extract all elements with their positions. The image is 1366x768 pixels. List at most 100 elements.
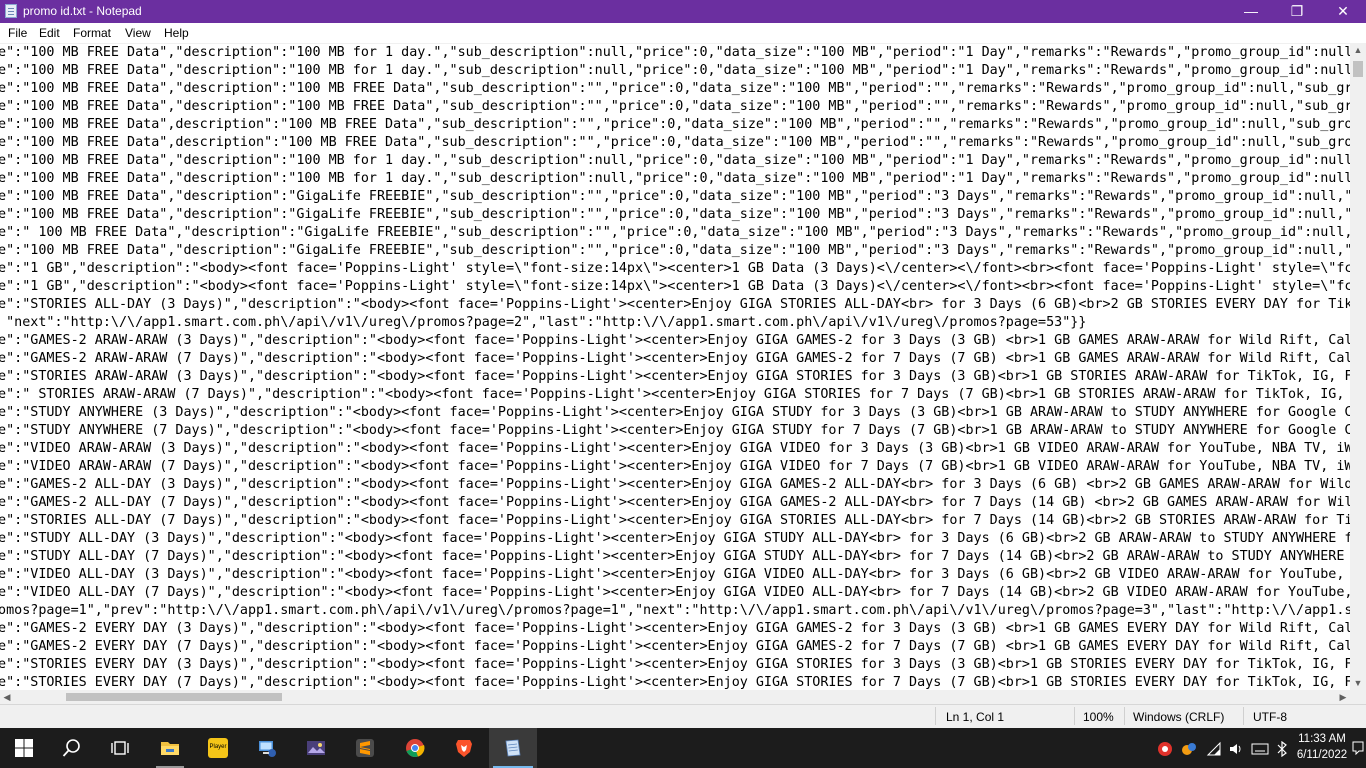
notifications-icon[interactable]: [1352, 741, 1364, 755]
task-view-button[interactable]: [96, 728, 144, 768]
volume-icon[interactable]: [1228, 741, 1244, 757]
minimize-button[interactable]: —: [1228, 0, 1274, 23]
line-ending: Windows (CRLF): [1133, 710, 1225, 724]
text-line[interactable]: me":"1 GB","description":"<body><font fa…: [0, 278, 1350, 296]
text-line[interactable]: me":"STORIES EVERY DAY (7 Days)","descri…: [0, 674, 1350, 691]
windows-logo-icon: [15, 739, 33, 757]
wifi-icon[interactable]: [1206, 741, 1222, 757]
start-button[interactable]: [0, 728, 48, 768]
text-line[interactable]: me":"GAMES-2 ARAW-ARAW (7 Days)","descri…: [0, 350, 1350, 368]
file-explorer-icon: [161, 742, 179, 755]
menu-bar: File Edit Format View Help: [0, 23, 1366, 43]
window-title: promo id.txt - Notepad: [23, 4, 142, 18]
text-line[interactable]: me":"100 MB FREE Data","description":"10…: [0, 44, 1350, 62]
text-line[interactable]: me":" 100 MB FREE Data","description":"G…: [0, 224, 1350, 242]
chrome-icon: [406, 739, 425, 758]
status-bar: Ln 1, Col 1 100% Windows (CRLF) UTF-8: [0, 704, 1366, 728]
taskbar-player[interactable]: Player: [194, 728, 242, 768]
text-line[interactable]: me":"STORIES ALL-DAY (3 Days)","descript…: [0, 296, 1350, 314]
text-line[interactable]: me":"100 MB FREE Data","description":"Gi…: [0, 188, 1350, 206]
text-line[interactable]: me":"1 GB","description":"<body><font fa…: [0, 260, 1350, 278]
player-icon: Player: [208, 738, 228, 758]
clock-date: 6/11/2022: [1296, 749, 1348, 761]
vertical-scrollbar[interactable]: ▲ ▼: [1350, 43, 1366, 690]
scroll-up-icon[interactable]: ▲: [1350, 43, 1366, 57]
text-line[interactable]: me":"VIDEO ARAW-ARAW (7 Days)","descript…: [0, 458, 1350, 476]
input-method-icon[interactable]: [1251, 741, 1269, 757]
menu-edit[interactable]: Edit: [39, 26, 60, 40]
clock[interactable]: 11:33 AM 6/11/2022: [1293, 731, 1351, 763]
text-line[interactable]: me":"100 MB FREE Data","description":"10…: [0, 80, 1350, 98]
zoom-level: 100%: [1083, 710, 1114, 724]
clock-time: 11:33 AM: [1298, 733, 1346, 745]
text-line[interactable]: me":"100 MB FREE Data","description":"Gi…: [0, 242, 1350, 260]
text-line[interactable]: me":"STUDY ALL-DAY (7 Days)","descriptio…: [0, 548, 1350, 566]
sublime-text-icon: [356, 739, 374, 757]
text-line[interactable]: me":"100 MB FREE Data",description":"100…: [0, 116, 1350, 134]
photo-app-icon: [307, 741, 325, 755]
text-line[interactable]: me":"100 MB FREE Data","description":"10…: [0, 98, 1350, 116]
app-tray-icon[interactable]: [1181, 741, 1197, 757]
maximize-button[interactable]: ❐: [1274, 0, 1320, 23]
taskbar-sublime-text[interactable]: [341, 728, 389, 768]
text-line[interactable]: romos?page=1","prev":"http:\/\/app1.smar…: [0, 602, 1350, 620]
status-divider: [1243, 707, 1244, 725]
horizontal-scroll-thumb[interactable]: [66, 693, 282, 701]
text-line[interactable]: me":"100 MB FREE Data",description":"100…: [0, 134, 1350, 152]
text-line[interactable]: me":"VIDEO ALL-DAY (3 Days)","descriptio…: [0, 566, 1350, 584]
text-line[interactable]: me":"100 MB FREE Data","description":"Gi…: [0, 206, 1350, 224]
text-line[interactable]: me":"VIDEO ALL-DAY (7 Days)","descriptio…: [0, 584, 1350, 602]
taskbar: Player 11:33 AM 6/11/2022: [0, 728, 1366, 768]
scroll-down-icon[interactable]: ▼: [1350, 676, 1366, 690]
text-line[interactable]: me":"STORIES ALL-DAY (7 Days)","descript…: [0, 512, 1350, 530]
taskbar-brave[interactable]: [440, 728, 488, 768]
scroll-corner: [1350, 690, 1366, 704]
task-view-icon: [111, 741, 129, 755]
player-label: Player: [209, 744, 227, 750]
menu-format[interactable]: Format: [73, 26, 111, 40]
text-line[interactable]: me":"VIDEO ARAW-ARAW (3 Days)","descript…: [0, 440, 1350, 458]
close-button[interactable]: ✕: [1320, 0, 1366, 23]
text-line[interactable]: me":"100 MB FREE Data","description":"10…: [0, 152, 1350, 170]
text-line[interactable]: me":"100 MB FREE Data","description":"10…: [0, 62, 1350, 80]
text-line[interactable]: me":"STUDY ALL-DAY (3 Days)","descriptio…: [0, 530, 1350, 548]
text-line[interactable]: me":"GAMES-2 ALL-DAY (7 Days)","descript…: [0, 494, 1350, 512]
text-line[interactable]: me":"STUDY ANYWHERE (3 Days)","descripti…: [0, 404, 1350, 422]
horizontal-scrollbar[interactable]: ◀ ▶: [0, 690, 1350, 704]
title-bar: promo id.txt - Notepad — ❐ ✕: [0, 0, 1366, 23]
taskbar-file-explorer[interactable]: [146, 728, 194, 768]
brave-icon: [456, 740, 472, 757]
encoding: UTF-8: [1253, 710, 1287, 724]
text-line[interactable]: me":"STORIES ARAW-ARAW (3 Days)","descri…: [0, 368, 1350, 386]
taskbar-network-tool[interactable]: [243, 728, 291, 768]
menu-file[interactable]: File: [8, 26, 27, 40]
scroll-right-icon[interactable]: ▶: [1336, 690, 1350, 704]
search-icon: [62, 739, 80, 757]
vpn-tray-icon[interactable]: [1157, 741, 1173, 757]
text-line[interactable]: "next":"http:\/\/app1.smart.com.ph\/api\…: [0, 314, 1350, 332]
taskbar-chrome[interactable]: [391, 728, 439, 768]
network-tool-icon: [259, 741, 276, 757]
bluetooth-icon[interactable]: [1276, 741, 1288, 757]
menu-help[interactable]: Help: [164, 26, 189, 40]
notepad-icon: [505, 739, 521, 757]
search-button[interactable]: [48, 728, 96, 768]
vertical-scroll-thumb[interactable]: [1353, 61, 1363, 77]
scroll-left-icon[interactable]: ◀: [0, 690, 14, 704]
text-line[interactable]: me":"GAMES-2 EVERY DAY (7 Days)","descri…: [0, 638, 1350, 656]
text-line[interactable]: me":"100 MB FREE Data","description":"10…: [0, 170, 1350, 188]
text-line[interactable]: me":"STUDY ANYWHERE (7 Days)","descripti…: [0, 422, 1350, 440]
text-line[interactable]: me":" STORIES ARAW-ARAW (7 Days)","descr…: [0, 386, 1350, 404]
taskbar-notepad[interactable]: [489, 728, 537, 768]
menu-view[interactable]: View: [125, 26, 151, 40]
text-line[interactable]: me":"STORIES EVERY DAY (3 Days)","descri…: [0, 656, 1350, 674]
status-divider: [1124, 707, 1125, 725]
taskbar-photo-app[interactable]: [292, 728, 340, 768]
text-line[interactable]: me":"GAMES-2 ALL-DAY (3 Days)","descript…: [0, 476, 1350, 494]
editor-text[interactable]: me":"100 MB FREE Data","description":"10…: [0, 44, 1350, 691]
text-line[interactable]: me":"GAMES-2 EVERY DAY (3 Days)","descri…: [0, 620, 1350, 638]
status-divider: [935, 707, 936, 725]
text-line[interactable]: me":"GAMES-2 ARAW-ARAW (3 Days)","descri…: [0, 332, 1350, 350]
status-divider: [1074, 707, 1075, 725]
text-editor[interactable]: me":"100 MB FREE Data","description":"10…: [0, 43, 1350, 691]
